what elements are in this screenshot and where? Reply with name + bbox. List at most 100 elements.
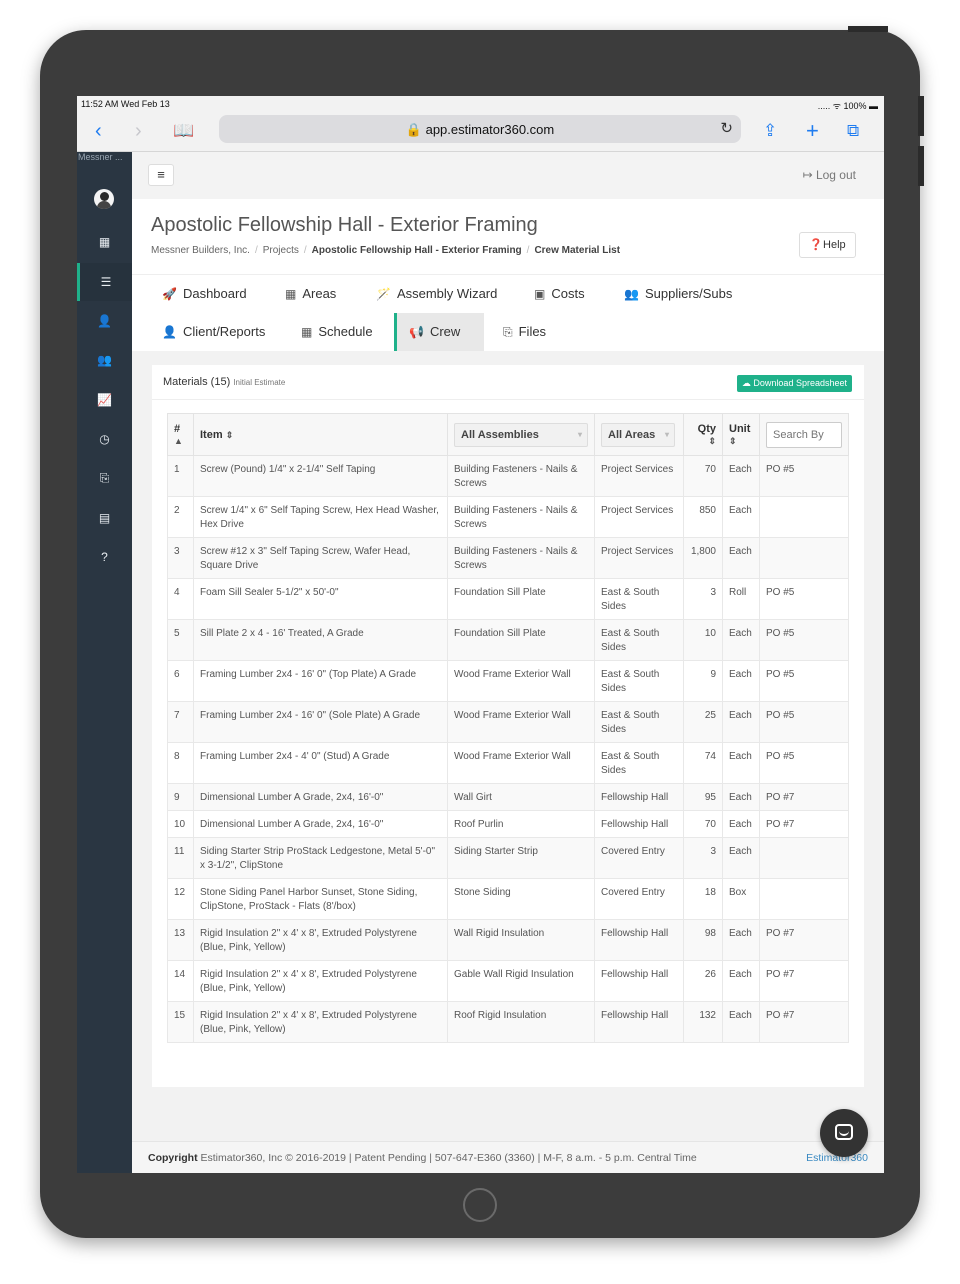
files-icon: ⎘ bbox=[503, 325, 513, 339]
cell-area: East & South Sides bbox=[595, 702, 684, 743]
user-icon[interactable]: 👤 bbox=[77, 302, 132, 340]
tabs-icon[interactable]: ⧉ bbox=[847, 119, 859, 143]
table-row: 12Stone Siding Panel Harbor Sunset, Ston… bbox=[168, 879, 849, 920]
chat-launcher-button[interactable] bbox=[820, 1109, 868, 1157]
cell-item: Stone Siding Panel Harbor Sunset, Stone … bbox=[194, 879, 448, 920]
avatar[interactable] bbox=[94, 189, 114, 209]
breadcrumb-current: Crew Material List bbox=[534, 245, 620, 256]
header-num-label: # bbox=[174, 423, 180, 435]
areas-filter-select[interactable]: All Areas▾ bbox=[601, 423, 675, 447]
list-icon[interactable]: ☰ bbox=[77, 263, 132, 301]
table-row: 2Screw 1/4" x 6" Self Taping Screw, Hex … bbox=[168, 497, 849, 538]
tab-label: Crew bbox=[430, 324, 460, 339]
search-input[interactable] bbox=[766, 422, 842, 448]
home-button[interactable] bbox=[463, 1188, 497, 1222]
forward-icon[interactable]: › bbox=[135, 119, 142, 143]
browser-toolbar: ‹ › 📖 🔒 app.estimator360.com ↻ ⇪ + ⧉ bbox=[77, 113, 884, 152]
cell-assembly: Building Fasteners - Nails & Screws bbox=[448, 538, 595, 579]
tab-suppliers[interactable]: 👥Suppliers/Subs bbox=[612, 275, 744, 313]
tab-label: Costs bbox=[551, 286, 584, 301]
chart-icon[interactable]: 📈 bbox=[77, 381, 132, 419]
cloud-download-icon: ☁ bbox=[742, 378, 754, 388]
tab-client-reports[interactable]: 👤Client/Reports bbox=[150, 313, 277, 351]
tab-costs[interactable]: ▣Costs bbox=[522, 275, 597, 313]
panel-header: Materials (15) Initial Estimate ☁ Downlo… bbox=[152, 365, 864, 400]
assemblies-filter-select[interactable]: All Assemblies▾ bbox=[454, 423, 588, 447]
new-tab-icon[interactable]: + bbox=[806, 119, 819, 143]
table-row: 1Screw (Pound) 1/4" x 2-1/4" Self Taping… bbox=[168, 456, 849, 497]
url-value: app.estimator360.com bbox=[426, 122, 555, 137]
bullhorn-icon: 📢 bbox=[409, 325, 424, 339]
help-label: Help bbox=[823, 239, 846, 251]
back-icon[interactable]: ‹ bbox=[95, 119, 102, 143]
card-icon[interactable]: ▤ bbox=[77, 499, 132, 537]
tab-areas[interactable]: ▦Areas bbox=[273, 275, 348, 313]
user-icon: 👤 bbox=[162, 325, 177, 339]
header-qty[interactable]: Qty⇕ bbox=[684, 414, 723, 456]
tab-schedule[interactable]: ▦Schedule bbox=[289, 313, 385, 351]
table-row: 4Foam Sill Sealer 5-1/2" x 50'-0"Foundat… bbox=[168, 579, 849, 620]
cell-item: Screw (Pound) 1/4" x 2-1/4" Self Taping bbox=[194, 456, 448, 497]
cell-area: Fellowship Hall bbox=[595, 920, 684, 961]
status-battery: ..... ᯤ 100% ▬ bbox=[818, 99, 878, 112]
header-assemblies: All Assemblies▾ bbox=[448, 414, 595, 456]
breadcrumb-project[interactable]: Apostolic Fellowship Hall - Exterior Fra… bbox=[312, 245, 522, 256]
cell-item: Screw #12 x 3" Self Taping Screw, Wafer … bbox=[194, 538, 448, 579]
cell-assembly: Wood Frame Exterior Wall bbox=[448, 661, 595, 702]
cell-unit: Each bbox=[723, 497, 760, 538]
logout-link[interactable]: ↦ Log out bbox=[803, 168, 856, 182]
table-row: 15Rigid Insulation 2" x 4' x 8', Extrude… bbox=[168, 1002, 849, 1043]
header-item[interactable]: Item ⇕ bbox=[194, 414, 448, 456]
cell-item: Foam Sill Sealer 5-1/2" x 50'-0" bbox=[194, 579, 448, 620]
share-icon[interactable]: ⇪ bbox=[763, 119, 777, 143]
tab-dashboard[interactable]: 🚀Dashboard bbox=[150, 275, 259, 313]
bookmarks-icon[interactable]: 📖 bbox=[173, 119, 194, 143]
header-unit-label: Unit bbox=[729, 423, 750, 435]
header-num[interactable]: #▲ bbox=[168, 414, 194, 456]
cell-qty: 25 bbox=[684, 702, 723, 743]
header-search bbox=[760, 414, 849, 456]
breadcrumb-projects[interactable]: Projects bbox=[263, 245, 299, 256]
address-bar[interactable]: 🔒 app.estimator360.com ↻ bbox=[219, 115, 741, 143]
footer-details: Estimator360, Inc © 2016-2019 | Patent P… bbox=[198, 1152, 697, 1164]
chevron-down-icon: ▾ bbox=[665, 424, 669, 446]
files-icon[interactable]: ⎘ bbox=[77, 459, 132, 497]
download-spreadsheet-button[interactable]: ☁ Download Spreadsheet bbox=[737, 375, 852, 392]
cell-item: Screw 1/4" x 6" Self Taping Screw, Hex H… bbox=[194, 497, 448, 538]
tab-files[interactable]: ⎘Files bbox=[491, 313, 558, 351]
tab-crew[interactable]: 📢 Crew bbox=[394, 313, 484, 351]
grid-icon: ▦ bbox=[285, 287, 296, 301]
cell-assembly: Roof Rigid Insulation bbox=[448, 1002, 595, 1043]
tab-assembly-wizard[interactable]: 🪄Assembly Wizard bbox=[364, 275, 509, 313]
header-areas: All Areas▾ bbox=[595, 414, 684, 456]
cell-assembly: Foundation Sill Plate bbox=[448, 579, 595, 620]
project-tabs: 🚀Dashboard ▦Areas 🪄Assembly Wizard ▣Cost… bbox=[132, 274, 884, 351]
cell-unit: Each bbox=[723, 743, 760, 784]
cell-num: 9 bbox=[168, 784, 194, 811]
cell-area: East & South Sides bbox=[595, 743, 684, 784]
download-label: Download Spreadsheet bbox=[753, 378, 847, 388]
help-circle-icon[interactable]: ? bbox=[77, 538, 132, 576]
cell-assembly: Roof Purlin bbox=[448, 811, 595, 838]
cell-area: Project Services bbox=[595, 538, 684, 579]
table-row: 14Rigid Insulation 2" x 4' x 8', Extrude… bbox=[168, 961, 849, 1002]
volume-up-button bbox=[918, 96, 924, 136]
menu-toggle-button[interactable]: ≡ bbox=[148, 164, 174, 186]
top-bar: ≡ ↦ Log out bbox=[132, 152, 884, 199]
help-icon: ❓ bbox=[809, 239, 823, 251]
breadcrumb-company[interactable]: Messner Builders, Inc. bbox=[151, 245, 250, 256]
users-icon[interactable]: 👥 bbox=[77, 341, 132, 379]
footer-copyright-label: Copyright bbox=[148, 1152, 198, 1164]
table-row: 9Dimensional Lumber A Grade, 2x4, 16'-0"… bbox=[168, 784, 849, 811]
cell-unit: Each bbox=[723, 838, 760, 879]
cell-item: Rigid Insulation 2" x 4' x 8', Extruded … bbox=[194, 920, 448, 961]
cell-unit: Box bbox=[723, 879, 760, 920]
header-unit[interactable]: Unit⇕ bbox=[723, 414, 760, 456]
help-button[interactable]: ❓Help bbox=[799, 232, 856, 258]
table-row: 13Rigid Insulation 2" x 4' x 8', Extrude… bbox=[168, 920, 849, 961]
cell-po: PO #7 bbox=[760, 784, 849, 811]
table-header-row: #▲ Item ⇕ All Assemblies▾ All Areas▾ Qty… bbox=[168, 414, 849, 456]
dashboard-grid-icon[interactable]: ▦ bbox=[77, 223, 132, 261]
reload-icon[interactable]: ↻ bbox=[720, 119, 733, 137]
clock-icon[interactable]: ◷ bbox=[77, 420, 132, 458]
